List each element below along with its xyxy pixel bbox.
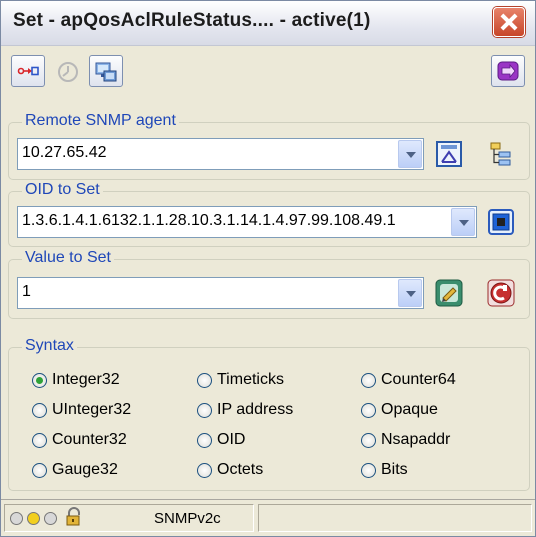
oid-group: OID to Set 1.3.6.1.4.1.6132.1.1.28.10.3.… bbox=[8, 181, 530, 247]
radio-label: IP address bbox=[217, 401, 294, 418]
chevron-down-icon[interactable] bbox=[451, 208, 475, 236]
connect-button[interactable] bbox=[11, 55, 45, 87]
oid-value: 1.3.6.1.4.1.6132.1.1.28.10.3.1.14.1.4.97… bbox=[22, 212, 396, 229]
radio-label: Counter64 bbox=[381, 371, 456, 388]
value-input: 1 bbox=[22, 283, 31, 300]
radio-button[interactable] bbox=[32, 403, 47, 418]
radio-label: Bits bbox=[381, 461, 408, 478]
syntax-legend: Syntax bbox=[22, 337, 77, 355]
chevron-down-icon[interactable] bbox=[398, 140, 422, 168]
lock-icon bbox=[65, 507, 83, 532]
history-button[interactable] bbox=[51, 55, 85, 87]
radio-label: Nsapaddr bbox=[381, 431, 451, 448]
agent-tree-button[interactable] bbox=[486, 139, 516, 169]
toolbar bbox=[3, 47, 533, 97]
value-group: Value to Set 1 bbox=[8, 249, 530, 319]
remote-agent-value: 10.27.65.42 bbox=[22, 144, 107, 161]
oid-combo[interactable]: 1.3.6.1.4.1.6132.1.1.28.10.3.1.14.1.4.97… bbox=[17, 206, 477, 238]
radio-button[interactable] bbox=[197, 403, 212, 418]
status-indicator-1 bbox=[10, 512, 23, 525]
oid-select-button[interactable] bbox=[486, 207, 516, 237]
remote-agent-combo[interactable]: 10.27.65.42 bbox=[17, 138, 424, 170]
radio-button[interactable] bbox=[361, 433, 376, 448]
radio-button[interactable] bbox=[197, 463, 212, 478]
radio-label: UInteger32 bbox=[52, 401, 132, 418]
radio-label: OID bbox=[217, 431, 246, 448]
exit-button[interactable] bbox=[491, 55, 525, 87]
radio-button[interactable] bbox=[32, 373, 47, 388]
remote-agent-group: Remote SNMP agent 10.27.65.42 bbox=[8, 112, 530, 180]
radio-label: Opaque bbox=[381, 401, 438, 418]
agent-properties-button[interactable] bbox=[434, 139, 464, 169]
radio-label: Octets bbox=[217, 461, 264, 478]
set-value-button[interactable] bbox=[486, 278, 516, 308]
chevron-down-icon[interactable] bbox=[398, 279, 422, 307]
radio-label: Gauge32 bbox=[52, 461, 118, 478]
remote-agent-legend: Remote SNMP agent bbox=[22, 112, 179, 130]
radio-label: Timeticks bbox=[217, 371, 284, 388]
oid-legend: OID to Set bbox=[22, 181, 103, 199]
status-indicator-3 bbox=[44, 512, 57, 525]
radio-label: Counter32 bbox=[52, 431, 127, 448]
value-edit-button[interactable] bbox=[434, 278, 464, 308]
value-legend: Value to Set bbox=[22, 249, 114, 267]
protocol-label: SNMPv2c bbox=[154, 510, 221, 527]
value-combo[interactable]: 1 bbox=[17, 277, 424, 309]
status-bar: SNMPv2c bbox=[1, 499, 535, 536]
radio-label: Integer32 bbox=[52, 371, 120, 388]
title-bar: Set - apQosAclRuleStatus.... - active(1) bbox=[1, 1, 535, 46]
radio-button[interactable] bbox=[361, 403, 376, 418]
syntax-group: Syntax Integer32 Timeticks Counter64 UIn… bbox=[8, 337, 530, 491]
radio-button[interactable] bbox=[361, 373, 376, 388]
network-settings-button[interactable] bbox=[89, 55, 123, 87]
window-title: Set - apQosAclRuleStatus.... - active(1) bbox=[13, 10, 371, 31]
radio-button[interactable] bbox=[32, 433, 47, 448]
radio-button[interactable] bbox=[361, 463, 376, 478]
radio-button[interactable] bbox=[32, 463, 47, 478]
close-button[interactable] bbox=[493, 7, 525, 37]
set-dialog-window: Set - apQosAclRuleStatus.... - active(1) bbox=[0, 0, 536, 537]
status-pane-right bbox=[258, 504, 532, 532]
status-indicator-2 bbox=[27, 512, 40, 525]
radio-button[interactable] bbox=[197, 373, 212, 388]
radio-button[interactable] bbox=[197, 433, 212, 448]
